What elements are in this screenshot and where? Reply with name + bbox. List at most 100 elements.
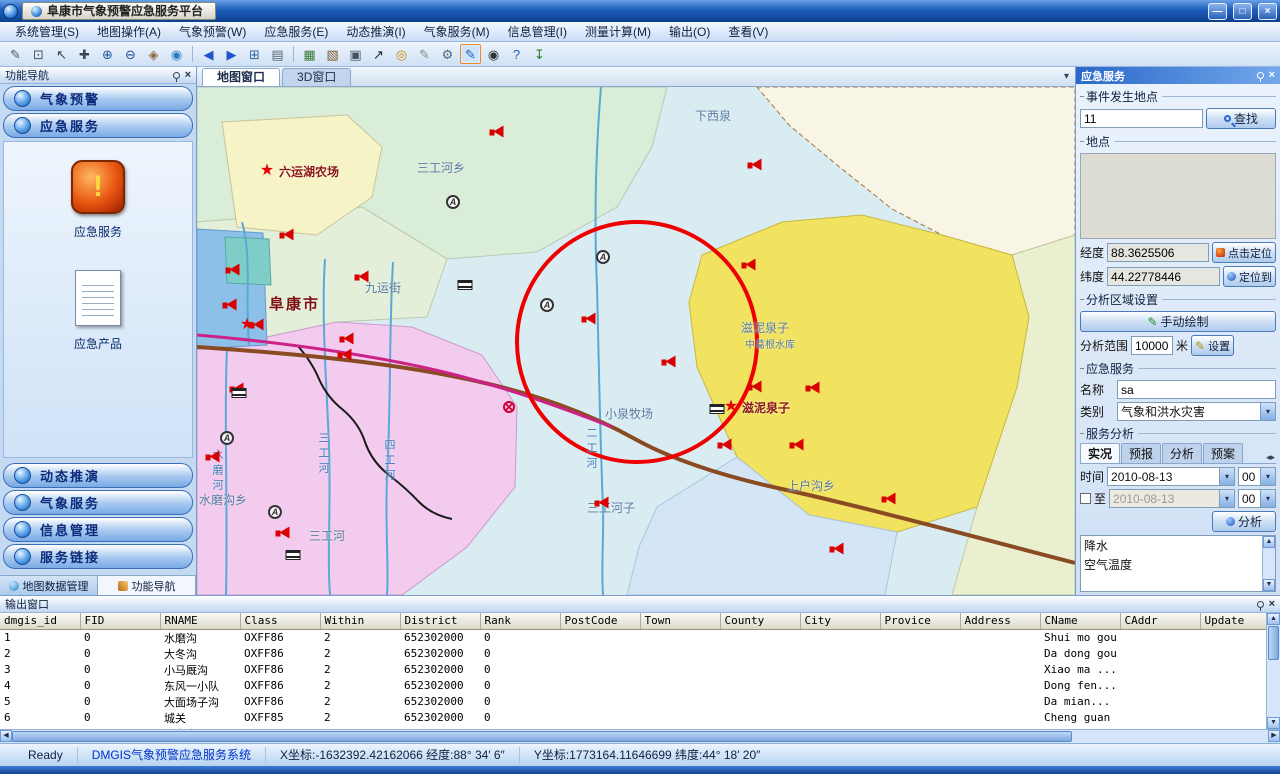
- menu-item[interactable]: 气象预警(W): [170, 21, 255, 42]
- monument-marker[interactable]: A: [596, 250, 610, 264]
- speaker-marker[interactable]: [748, 381, 763, 394]
- speaker-marker[interactable]: [223, 299, 238, 312]
- analysis-tab[interactable]: 预案: [1203, 443, 1243, 463]
- scroll-down-icon[interactable]: ▼: [1267, 717, 1280, 729]
- print-icon[interactable]: ▣: [345, 44, 366, 64]
- scroll-left-icon[interactable]: ◀: [0, 730, 12, 742]
- select-cursor-icon[interactable]: ↖: [51, 44, 72, 64]
- column-header[interactable]: CAddr: [1120, 613, 1200, 629]
- table-row[interactable]: 30小马厩沟OXFF8626523020000Xiao ma ...: [0, 662, 1280, 678]
- export-icon[interactable]: ↧: [529, 44, 550, 64]
- listbox-scrollbar[interactable]: ▲ ▼: [1262, 536, 1275, 591]
- tab-scroll-arrows-icon[interactable]: ◂▸: [1266, 452, 1276, 463]
- speaker-marker[interactable]: [748, 159, 763, 172]
- start-date-select[interactable]: 2010-08-13 ▾: [1107, 467, 1235, 486]
- zoom-out-icon[interactable]: ⊖: [120, 44, 141, 64]
- edit-pencil-icon[interactable]: ✎: [5, 44, 26, 64]
- menu-item[interactable]: 应急服务(E): [255, 21, 337, 42]
- map-canvas[interactable]: 下西泉六运湖农场三工河乡九运街阜康市滋泥泉子中葛根水库小泉牧场滋泥泉子上户沟乡三…: [197, 87, 1075, 595]
- tab-dropdown-icon[interactable]: ▾: [1064, 71, 1069, 82]
- speaker-marker[interactable]: [276, 527, 291, 540]
- scroll-up-icon[interactable]: ▲: [1267, 613, 1280, 625]
- speaker-marker[interactable]: [595, 497, 610, 510]
- manual-draw-button[interactable]: ✎ 手动绘制: [1080, 311, 1276, 332]
- zoom-window-icon[interactable]: ⊞: [244, 44, 265, 64]
- output-hscrollbar[interactable]: ◀ ▶: [0, 729, 1280, 743]
- select-rectangle-icon[interactable]: ⊡: [28, 44, 49, 64]
- range-input[interactable]: [1131, 336, 1173, 355]
- tab-map-window[interactable]: 地图窗口: [202, 68, 280, 86]
- table-row[interactable]: 70五宫沟OXFF8626523020000Wu guan gou: [0, 726, 1280, 730]
- column-header[interactable]: dmgis_id: [0, 613, 80, 629]
- crosshair-icon[interactable]: ✚: [74, 44, 95, 64]
- column-header[interactable]: Class: [240, 613, 320, 629]
- star-marker[interactable]: ★: [240, 317, 254, 333]
- speaker-marker[interactable]: [582, 313, 597, 326]
- menu-item[interactable]: 地图操作(A): [88, 21, 170, 42]
- nav-button-weather-warning[interactable]: 气象预警: [3, 86, 193, 111]
- full-extent-icon[interactable]: ◉: [166, 44, 187, 64]
- column-header[interactable]: District: [400, 613, 480, 629]
- dropdown-icon[interactable]: ▾: [1260, 490, 1275, 507]
- table-row[interactable]: 20大冬沟OXFF8626523020000Da dong gou: [0, 646, 1280, 662]
- minimize-button[interactable]: —: [1208, 3, 1227, 20]
- column-header[interactable]: FID: [80, 613, 160, 629]
- dropdown-icon[interactable]: ▾: [1260, 468, 1275, 485]
- monument-marker[interactable]: A: [540, 298, 554, 312]
- speaker-marker[interactable]: [718, 439, 733, 452]
- flag-marker[interactable]: [458, 280, 473, 290]
- star-marker[interactable]: ★: [260, 163, 274, 179]
- nav-button-emergency-service[interactable]: 应急服务: [3, 113, 193, 138]
- service-name-input[interactable]: [1117, 380, 1276, 399]
- list-item[interactable]: 空气温度: [1081, 555, 1261, 574]
- speaker-marker[interactable]: [355, 271, 370, 284]
- speaker-marker[interactable]: [490, 126, 505, 139]
- close-icon[interactable]: ×: [1269, 70, 1275, 81]
- list-item[interactable]: 降水: [1081, 536, 1261, 555]
- close-icon[interactable]: ×: [1269, 599, 1275, 610]
- pointer-icon[interactable]: ↗: [368, 44, 389, 64]
- forward-icon[interactable]: ▶: [221, 44, 242, 64]
- flag-marker[interactable]: [286, 550, 301, 560]
- table-row[interactable]: 50大面场子沟OXFF8626523020000Da mian...: [0, 694, 1280, 710]
- search-button[interactable]: 查找: [1206, 108, 1276, 129]
- scroll-down-icon[interactable]: ▼: [1263, 579, 1275, 591]
- star-marker[interactable]: ★: [724, 399, 738, 415]
- menu-item[interactable]: 系统管理(S): [6, 21, 88, 42]
- column-header[interactable]: RNAME: [160, 613, 240, 629]
- nav-button-dynamic-deduction[interactable]: 动态推演: [3, 463, 193, 488]
- menu-item[interactable]: 气象服务(M): [415, 21, 499, 42]
- globe-edit-icon[interactable]: ✎: [460, 44, 481, 64]
- tab-3d-window[interactable]: 3D窗口: [282, 68, 351, 86]
- vscroll-thumb[interactable]: [1268, 626, 1279, 660]
- tab-map-data-management[interactable]: 地图数据管理: [0, 576, 98, 595]
- column-header[interactable]: Address: [960, 613, 1040, 629]
- service-type-select[interactable]: 气象和洪水灾害 ▾: [1117, 402, 1276, 421]
- map-frame-icon[interactable]: ▧: [322, 44, 343, 64]
- column-header[interactable]: Town: [640, 613, 720, 629]
- column-header[interactable]: Within: [320, 613, 400, 629]
- shortcut-emergency-product[interactable]: 应急产品: [74, 270, 122, 352]
- column-header[interactable]: CName: [1040, 613, 1120, 629]
- table-row[interactable]: 60城关OXFF8526523020000Cheng guan: [0, 710, 1280, 726]
- speaker-marker[interactable]: [662, 356, 677, 369]
- menu-item[interactable]: 动态推演(I): [337, 21, 414, 42]
- start-hour-select[interactable]: 00 ▾: [1238, 467, 1276, 486]
- dropdown-icon[interactable]: ▾: [1219, 490, 1234, 507]
- flag-marker[interactable]: [710, 404, 725, 414]
- place-list[interactable]: [1080, 153, 1276, 239]
- analysis-tab[interactable]: 预报: [1121, 443, 1161, 463]
- speaker-marker[interactable]: [790, 439, 805, 452]
- close-icon[interactable]: ×: [185, 70, 191, 81]
- speaker-marker[interactable]: [882, 493, 897, 506]
- click-locate-button[interactable]: 点击定位: [1212, 242, 1276, 263]
- analyze-button[interactable]: 分析: [1212, 511, 1276, 532]
- analysis-tab[interactable]: 实况: [1080, 443, 1120, 463]
- tab-function-navigation[interactable]: 功能导航: [98, 576, 196, 595]
- station-marker[interactable]: [503, 401, 515, 413]
- close-button[interactable]: ×: [1258, 3, 1277, 20]
- pin-icon[interactable]: [173, 72, 180, 79]
- zoom-in-icon[interactable]: ⊕: [97, 44, 118, 64]
- longitude-field[interactable]: [1107, 243, 1209, 262]
- table-row[interactable]: 40东风一小队OXFF8626523020000Dong fen...: [0, 678, 1280, 694]
